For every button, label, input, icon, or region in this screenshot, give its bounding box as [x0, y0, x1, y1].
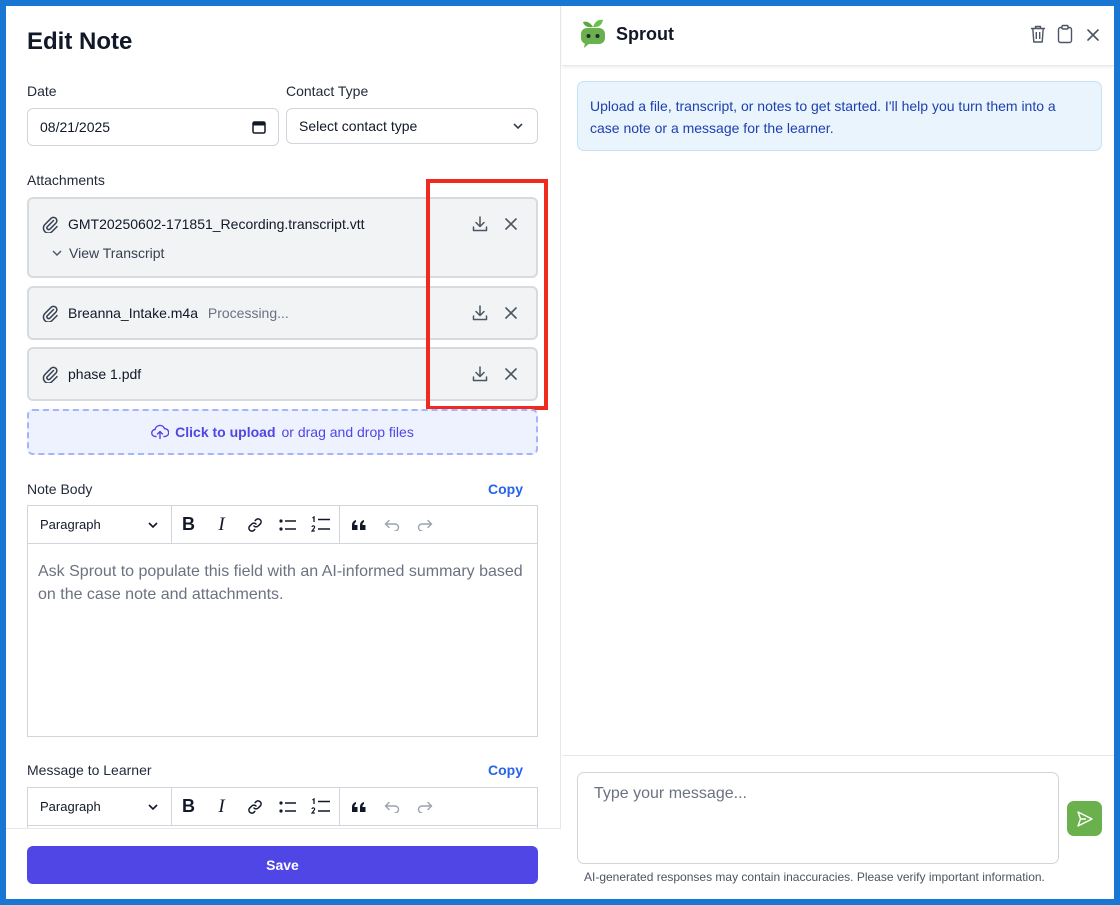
sprout-logo [581, 19, 605, 48]
chat-input[interactable]: Type your message... [577, 772, 1059, 864]
assistant-header: Sprout [562, 6, 1114, 66]
trash-icon[interactable] [1029, 24, 1047, 44]
bullet-list-icon [278, 518, 296, 531]
save-button[interactable]: Save [27, 846, 538, 884]
toolbar-divider [339, 787, 340, 826]
view-transcript-label: View Transcript [69, 245, 165, 261]
upload-hint: or drag and drop files [281, 424, 414, 440]
chevron-down-icon [148, 521, 158, 528]
quote-button[interactable] [342, 788, 375, 826]
quote-icon [351, 801, 365, 812]
paragraph-style-select[interactable]: Paragraph [28, 787, 172, 826]
attachment-item: Breanna_Intake.m4a Processing... [27, 286, 538, 340]
calendar-icon[interactable] [252, 120, 266, 134]
page-title: Edit Note [27, 28, 133, 55]
contact-type-label: Contact Type [286, 83, 369, 99]
note-body-editor[interactable]: Paragraph B I Ask Sprout to populate thi… [27, 505, 538, 737]
note-body-label: Note Body [27, 481, 93, 497]
numbered-list-icon [310, 515, 330, 532]
contact-type-select[interactable]: Select contact type [286, 108, 538, 144]
close-icon[interactable] [1084, 25, 1102, 45]
message-copy-button[interactable]: Copy [488, 762, 523, 778]
attachment-status: Processing... [207, 305, 289, 321]
view-transcript-toggle[interactable]: View Transcript [51, 245, 164, 261]
close-icon[interactable] [503, 366, 519, 382]
download-icon[interactable] [471, 304, 489, 322]
editor-toolbar: Paragraph B I [28, 787, 537, 826]
attachment-name: GMT20250602-171851_Recording.transcript.… [68, 216, 365, 232]
assistant-input-area: Type your message... AI-generated respon… [562, 755, 1114, 899]
send-icon [1076, 810, 1093, 827]
undo-icon [384, 519, 399, 531]
chevron-down-icon [148, 803, 158, 810]
message-label: Message to Learner [27, 762, 152, 778]
redo-button[interactable] [408, 506, 441, 544]
send-button[interactable] [1067, 801, 1102, 836]
chevron-down-icon [513, 123, 523, 130]
bold-button[interactable]: B [172, 788, 205, 826]
save-bar: Save [6, 828, 561, 899]
paperclip-icon [42, 305, 58, 322]
numbered-list-icon [310, 797, 330, 814]
attachments-label: Attachments [27, 172, 105, 188]
clipboard-icon[interactable] [1056, 24, 1074, 44]
paragraph-style-select[interactable]: Paragraph [28, 505, 172, 544]
close-icon[interactable] [503, 305, 519, 321]
ai-disclaimer: AI-generated responses may contain inacc… [584, 870, 1045, 884]
attachment-item: GMT20250602-171851_Recording.transcript.… [27, 197, 538, 278]
italic-button[interactable]: I [205, 788, 238, 826]
undo-button[interactable] [375, 506, 408, 544]
upload-dropzone[interactable]: Click to upload or drag and drop files [27, 409, 538, 455]
date-value: 08/21/2025 [40, 119, 111, 135]
bullet-list-button[interactable] [271, 788, 304, 826]
paperclip-icon [42, 366, 58, 383]
attachment-item: phase 1.pdf [27, 347, 538, 401]
assistant-name: Sprout [616, 24, 674, 44]
app-frame: Edit Note Date 08/21/2025 Contact Type S… [6, 6, 1114, 899]
contact-type-value: Select contact type [299, 118, 418, 134]
undo-button[interactable] [375, 788, 408, 826]
link-icon [247, 799, 262, 814]
redo-button[interactable] [408, 788, 441, 826]
editor-toolbar: Paragraph B I [28, 505, 537, 544]
note-body-copy-button[interactable]: Copy [488, 481, 523, 497]
attachment-name: phase 1.pdf [68, 366, 142, 382]
numbered-list-button[interactable] [304, 788, 337, 826]
undo-icon [384, 801, 399, 813]
chevron-down-icon [52, 250, 62, 256]
attachment-name-row: Breanna_Intake.m4a Processing... [68, 305, 289, 321]
edit-note-panel: Edit Note Date 08/21/2025 Contact Type S… [6, 6, 561, 899]
link-button[interactable] [238, 506, 271, 544]
link-icon [247, 517, 262, 532]
download-icon[interactable] [471, 215, 489, 233]
quote-icon [351, 519, 365, 530]
quote-button[interactable] [342, 506, 375, 544]
bold-button[interactable]: B [172, 506, 205, 544]
paperclip-icon [42, 216, 58, 233]
upload-link[interactable]: Click to upload [175, 424, 275, 440]
bullet-list-icon [278, 800, 296, 813]
numbered-list-button[interactable] [304, 506, 337, 544]
close-icon[interactable] [503, 216, 519, 232]
assistant-panel: Sprout Upload a file, transcript, or not… [562, 6, 1114, 899]
date-input[interactable]: 08/21/2025 [27, 108, 279, 146]
redo-icon [417, 801, 432, 813]
italic-button[interactable]: I [205, 506, 238, 544]
toolbar-divider [339, 505, 340, 544]
upload-cloud-icon [151, 424, 170, 440]
bullet-list-button[interactable] [271, 506, 304, 544]
attachment-name: Breanna_Intake.m4a [68, 305, 198, 321]
paragraph-style-value: Paragraph [40, 799, 101, 814]
assistant-message: Upload a file, transcript, or notes to g… [577, 81, 1102, 151]
download-icon[interactable] [471, 365, 489, 383]
date-label: Date [27, 83, 57, 99]
note-body-placeholder: Ask Sprout to populate this field with a… [38, 563, 523, 603]
paragraph-style-value: Paragraph [40, 517, 101, 532]
redo-icon [417, 519, 432, 531]
link-button[interactable] [238, 788, 271, 826]
